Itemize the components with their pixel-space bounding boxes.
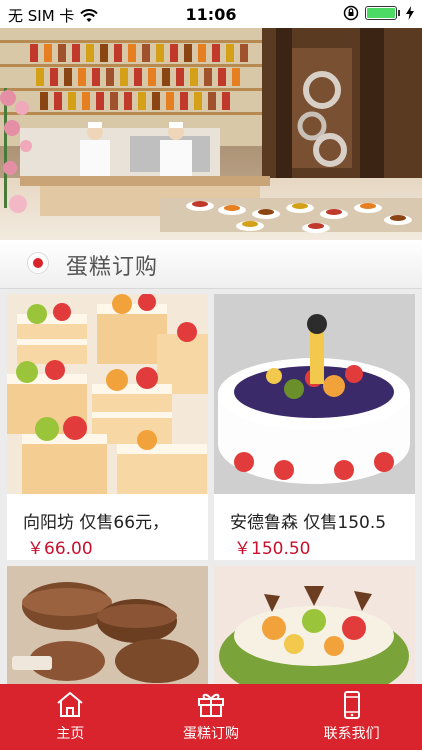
phone-icon xyxy=(343,691,360,719)
product-image xyxy=(214,294,415,494)
charging-icon xyxy=(406,6,414,20)
bakery-interior-image xyxy=(0,28,422,240)
tab-cake-order-label: 蛋糕订购 xyxy=(183,726,239,742)
home-icon xyxy=(57,692,83,717)
battery-icon xyxy=(365,6,397,20)
product-name: 安德鲁森 仅售150.5 xyxy=(230,513,387,533)
rotation-lock-icon xyxy=(343,5,359,21)
product-image xyxy=(214,566,415,684)
section-title: 蛋糕订购 xyxy=(66,255,159,280)
product-name: 向阳坊 仅售66元， xyxy=(23,513,170,533)
tab-home[interactable]: 主页 xyxy=(0,684,141,750)
product-card[interactable]: 安德鲁森 仅售150.5 ￥150.50 xyxy=(214,294,415,560)
product-image xyxy=(7,294,208,494)
tab-contact-label: 联系我们 xyxy=(323,726,380,742)
product-price: ￥66.00 xyxy=(27,539,93,559)
tab-cake-order[interactable]: 蛋糕订购 xyxy=(141,684,282,750)
product-image xyxy=(7,566,208,684)
product-card[interactable] xyxy=(7,566,208,684)
status-right xyxy=(343,5,414,21)
product-card[interactable] xyxy=(214,566,415,684)
hero-banner[interactable] xyxy=(0,28,422,240)
product-card[interactable]: 向阳坊 仅售66元， ￥66.00 xyxy=(7,294,208,560)
tab-contact[interactable]: 联系我们 xyxy=(281,684,422,750)
gift-icon xyxy=(198,693,224,717)
section-bullet-icon xyxy=(27,252,49,274)
bottom-tab-bar: 主页 蛋糕订购 联系我们 xyxy=(0,684,422,750)
product-grid: 向阳坊 仅售66元， ￥66.00 安德鲁森 仅售150.5 ￥150.50 xyxy=(0,288,422,684)
tab-home-label: 主页 xyxy=(56,726,85,742)
status-bar: 无 SIM 卡 11:06 xyxy=(0,0,422,28)
section-header: 蛋糕订购 xyxy=(0,240,422,289)
product-price: ￥150.50 xyxy=(234,539,311,559)
